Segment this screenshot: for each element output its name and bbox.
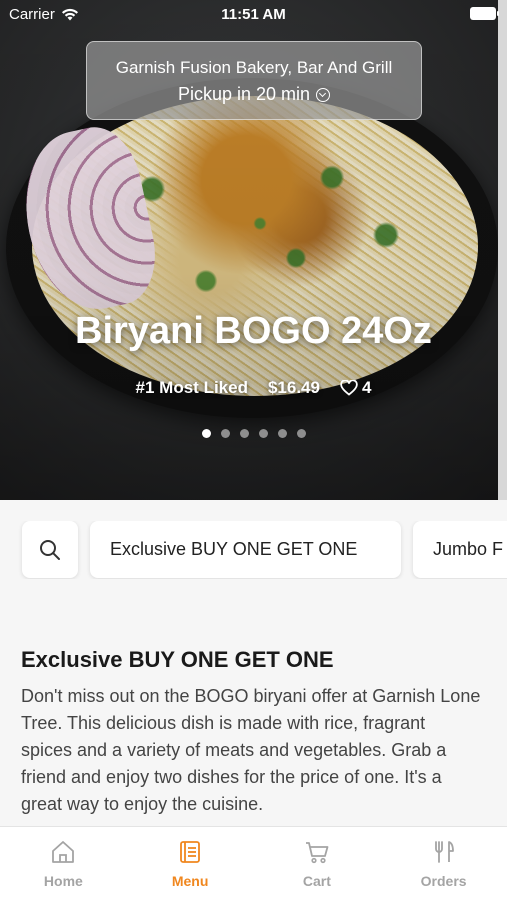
carousel-dot[interactable] [201, 429, 211, 438]
category-tab-bogo[interactable]: Exclusive BUY ONE GET ONE [90, 521, 401, 578]
section-title: Exclusive BUY ONE GET ONE [21, 647, 334, 672]
like-count[interactable]: 4 [340, 378, 371, 398]
tab-home[interactable]: Home [0, 827, 127, 900]
cart-icon [305, 842, 329, 864]
section-description: Don't miss out on the BOGO biryani offer… [21, 686, 481, 814]
carousel-dots[interactable] [0, 429, 507, 438]
carousel-dot[interactable] [296, 429, 306, 438]
menu-icon [180, 841, 201, 863]
store-name: Garnish Fusion Bakery, Bar And Grill [115, 58, 393, 77]
tab-home-label: Home [43, 873, 83, 889]
hero-banner[interactable]: Carrier 11:51 AM Garnish Fusion Bakery, … [0, 0, 507, 500]
carousel-dot[interactable] [277, 429, 287, 438]
tab-cart-label: Cart [302, 873, 331, 889]
most-liked-badge: #1 Most Liked [135, 378, 248, 397]
heart-icon [340, 380, 358, 396]
fork-knife-icon [434, 841, 454, 863]
hero-price: $16.49 [267, 378, 320, 397]
carousel-dot[interactable] [220, 429, 230, 438]
carousel-dot[interactable] [239, 429, 249, 438]
home-icon [52, 841, 75, 863]
search-button[interactable] [22, 521, 78, 578]
battery-icon [470, 7, 499, 20]
category-scroller[interactable]: Exclusive BUY ONE GET ONE Jumbo F [0, 521, 507, 579]
hero-item-title: Biryani BOGO 24Oz [75, 310, 432, 352]
tab-cart[interactable]: Cart [254, 827, 381, 900]
carousel-dot[interactable] [258, 429, 268, 438]
like-count-value: 4 [361, 378, 372, 397]
category-section: Exclusive BUY ONE GET ONE Don't miss out… [21, 647, 481, 818]
tab-orders-label: Orders [420, 873, 467, 889]
category-tab-jumbo[interactable]: Jumbo F [413, 521, 507, 578]
hero-item-meta: #1 Most Liked $16.49 4 [0, 378, 507, 398]
pickup-label: Pickup in 20 min [177, 84, 311, 104]
tab-menu-label: Menu [171, 873, 209, 889]
status-time: 11:51 AM [221, 6, 286, 23]
next-slide-peek [498, 0, 507, 500]
chevron-down-circle-icon [316, 87, 331, 102]
store-selector[interactable]: Garnish Fusion Bakery, Bar And Grill Pic… [86, 41, 422, 120]
tab-orders[interactable]: Orders [380, 827, 507, 900]
bottom-tab-bar: Home Menu Cart Orders [0, 826, 507, 900]
pickup-time: Pickup in 20 min [87, 84, 421, 105]
tab-menu[interactable]: Menu [127, 827, 254, 900]
search-icon [40, 539, 60, 560]
status-bar: Carrier 11:51 AM [0, 0, 507, 28]
